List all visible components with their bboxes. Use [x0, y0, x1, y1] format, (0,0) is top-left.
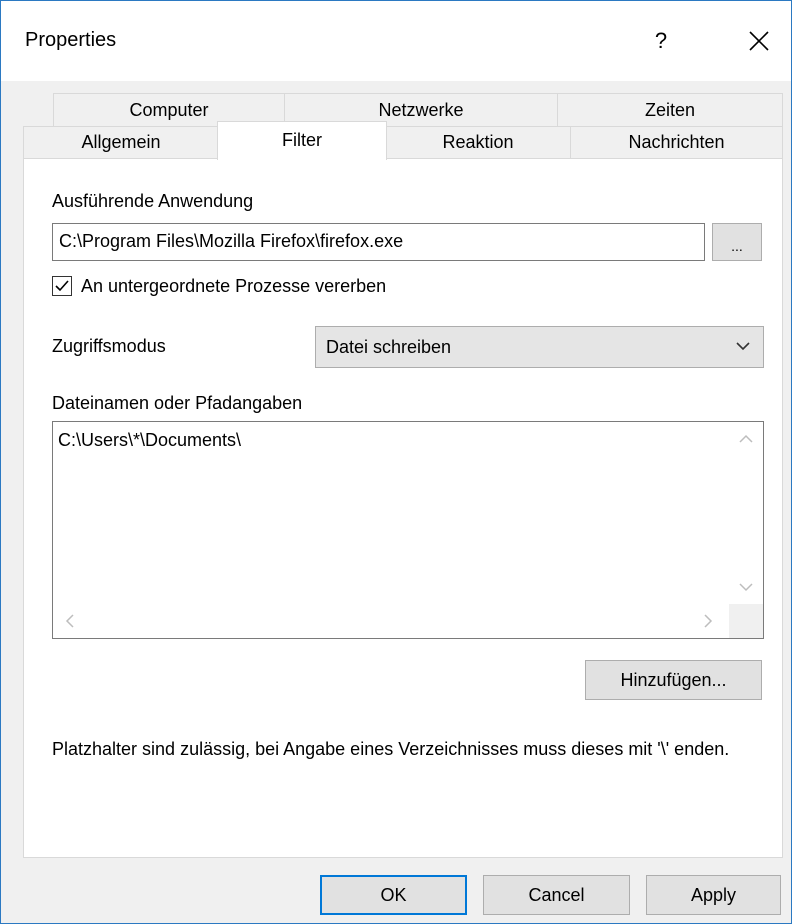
ok-button[interactable]: OK — [320, 875, 467, 915]
horizontal-scrollbar[interactable] — [53, 604, 729, 638]
scroll-right-icon[interactable] — [703, 614, 713, 628]
paths-value: C:\Users\*\Documents\ — [58, 430, 242, 450]
title-bar: Properties ? — [1, 1, 791, 81]
hint-text: Platzhalter sind zulässig, bei Angabe ei… — [52, 739, 730, 759]
tab-reaktion[interactable]: Reaktion — [385, 126, 571, 159]
tab-allgemein[interactable]: Allgemein — [23, 126, 219, 159]
check-icon — [55, 280, 69, 292]
cancel-button[interactable]: Cancel — [483, 875, 630, 915]
window-title: Properties — [25, 29, 117, 51]
inherit-label: An untergeordnete Prozesse vererben — [81, 276, 387, 296]
application-field[interactable]: C:\Program Files\Mozilla Firefox\firefox… — [52, 223, 705, 261]
tab-zeiten[interactable]: Zeiten — [557, 93, 783, 127]
add-button[interactable]: Hinzufügen... — [585, 660, 762, 700]
tab-filter[interactable]: Filter — [217, 121, 387, 160]
vertical-scrollbar[interactable] — [729, 422, 763, 602]
access-mode-label: Zugriffsmodus — [52, 336, 166, 356]
properties-window: Properties ? Computer Netzwerke Zeiten A… — [0, 0, 792, 924]
application-label: Ausführende Anwendung — [52, 191, 254, 211]
browse-button[interactable]: ... — [712, 223, 762, 261]
inherit-checkbox[interactable] — [52, 276, 72, 296]
apply-button[interactable]: Apply — [646, 875, 781, 915]
access-mode-value: Datei schreiben — [326, 337, 452, 357]
close-icon — [749, 31, 769, 51]
scroll-left-icon[interactable] — [65, 614, 75, 628]
help-button[interactable]: ? — [641, 21, 681, 61]
tab-nachrichten[interactable]: Nachrichten — [570, 126, 783, 159]
scroll-down-icon[interactable] — [739, 582, 753, 592]
paths-textarea[interactable]: C:\Users\*\Documents\ — [52, 421, 764, 639]
paths-label: Dateinamen oder Pfadangaben — [52, 393, 303, 413]
chevron-down-icon — [736, 342, 750, 351]
close-button[interactable] — [737, 21, 781, 61]
scroll-up-icon[interactable] — [739, 434, 753, 444]
access-mode-select[interactable]: Datei schreiben — [315, 326, 764, 368]
scroll-corner — [729, 604, 763, 638]
